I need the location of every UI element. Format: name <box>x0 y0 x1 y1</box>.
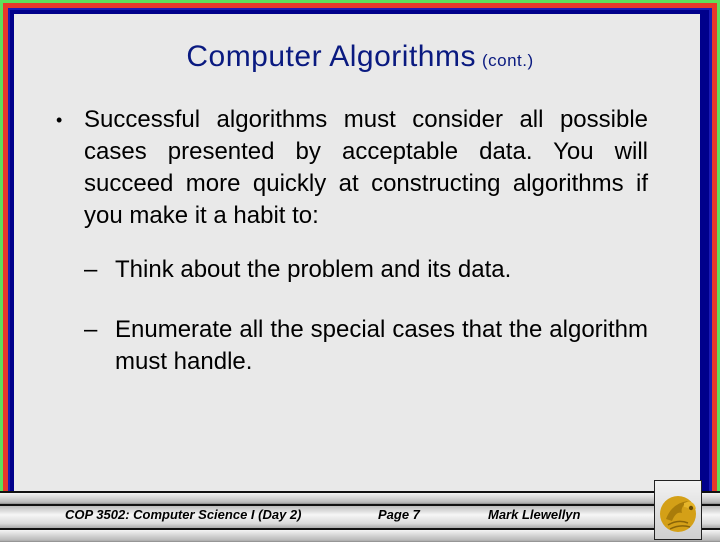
slide-title-text: Computer Algorithms <box>186 40 476 73</box>
sub-bullet-item: – Enumerate all the special cases that t… <box>56 314 648 378</box>
slide-title: Computer Algorithms (cont.) <box>0 40 720 74</box>
sub-bullet-text: Enumerate all the special cases that the… <box>115 316 648 375</box>
bullet-item: • Successful algorithms must consider al… <box>56 104 648 232</box>
slide-body: • Successful algorithms must consider al… <box>56 104 648 378</box>
logo-box <box>654 480 702 540</box>
footer-course: COP 3502: Computer Science I (Day 2) <box>65 507 302 522</box>
footer-page-number: Page 7 <box>378 507 420 522</box>
footer-band-top <box>0 491 720 504</box>
bullet-marker: • <box>56 110 63 130</box>
sub-bullet-marker: – <box>84 256 98 283</box>
sub-bullet-text: Think about the problem and its data. <box>115 256 512 283</box>
sub-bullet-marker: – <box>84 316 98 343</box>
pegasus-logo-icon <box>660 496 696 532</box>
footer-author: Mark Llewellyn <box>488 507 581 522</box>
slide-title-suffix: (cont.) <box>481 51 534 70</box>
sub-bullet-item: – Think about the problem and its data. <box>56 254 648 286</box>
footer-bar: COP 3502: Computer Science I (Day 2) Pag… <box>0 491 720 542</box>
bullet-text: Successful algorithms must consider all … <box>84 106 648 229</box>
